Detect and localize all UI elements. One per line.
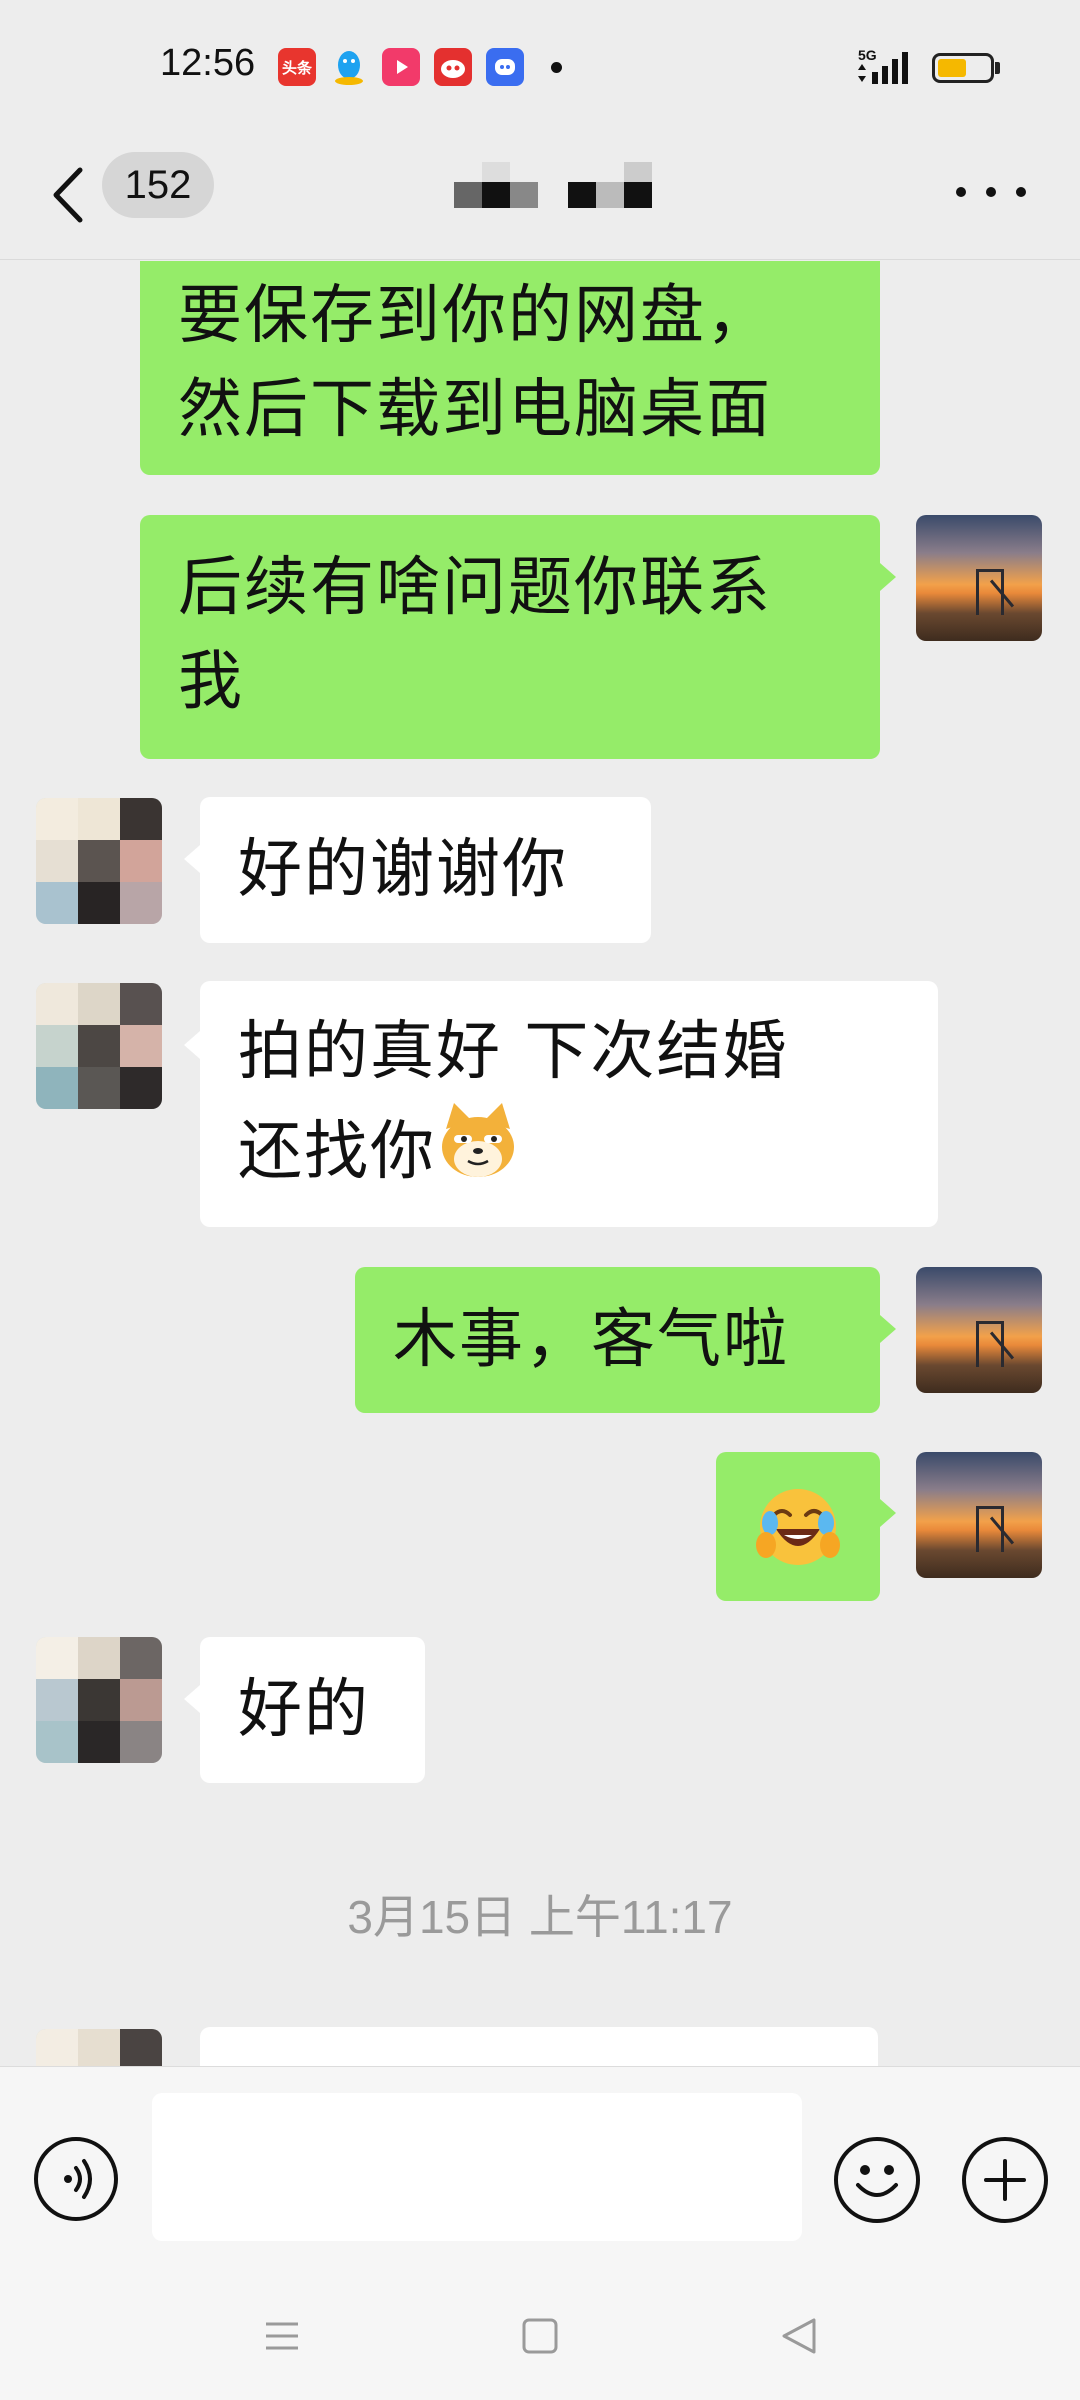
network-label: 5G [858,47,877,63]
bubble-tail [880,1315,896,1343]
message-text: 还找你 [238,1115,436,1189]
bubble-tail [184,1031,200,1059]
bubble-tail [880,563,896,591]
message-text-line: 拍的真好 下次结婚 [238,1015,789,1089]
message-text-line: 然后下载到电脑桌面 [178,373,772,447]
home-icon[interactable] [510,2306,570,2366]
message-bubble-sent[interactable] [716,1452,880,1601]
message-text-line: 我 [178,645,244,719]
message-text-line: 要保存到你的网盘， [178,279,772,353]
contact-avatar[interactable] [36,1637,162,1763]
back-triangle-icon[interactable] [770,2306,830,2366]
message-text-line: 好的谢谢你 [238,833,568,907]
more-dots-icon[interactable] [956,172,1026,212]
chat-title-pixelated [454,162,654,222]
message-bubble-sent[interactable]: 木事，客气啦 [355,1267,880,1413]
battery-icon [932,53,994,83]
unread-count-badge[interactable]: 152 [102,152,214,218]
contact-avatar[interactable] [36,983,162,1109]
my-avatar[interactable] [916,515,1042,641]
status-time: 12:56 [160,42,256,84]
chevron-left-icon[interactable] [44,160,94,230]
message-bubble-sent[interactable]: 后续有啥问题你联系 我 [140,515,880,759]
bubble-tail [880,1499,896,1527]
rolling-laughing-emoji [756,1488,840,1565]
message-timestamp: 3月15日 上午11:17 [347,1891,733,1943]
chat-message-list[interactable]: 要保存到你的网盘， 然后下载到电脑桌面 后续有啥问题你联系 我 好的谢谢你 拍的… [0,261,1080,2066]
my-avatar[interactable] [916,1267,1042,1393]
qq-icon [330,48,368,86]
message-bubble-received[interactable]: 拍的真好 下次结婚 还找你 [200,981,938,1227]
toutiao-icon: 头条 [278,48,316,86]
doge-cat-emoji [442,1103,514,1177]
plus-icon[interactable] [962,2137,1048,2223]
robot-icon [434,48,472,86]
menu-icon[interactable] [252,2306,312,2366]
chat-bot-icon [486,48,524,86]
chat-header: 152 [0,130,1080,260]
bubble-tail [184,845,200,873]
bubble-tail [184,1685,200,1713]
my-avatar[interactable] [916,1452,1042,1578]
battery-cap [995,62,1000,74]
message-bubble-received[interactable]: 好的 [200,1637,425,1783]
signal-5g-icon: 5G [858,47,908,84]
contact-avatar[interactable] [36,798,162,924]
message-text-line: 木事，客气啦 [393,1303,789,1377]
message-bubble-received[interactable] [200,2027,878,2066]
message-bubble-received[interactable]: 好的谢谢你 [200,797,651,943]
status-bar: 12:56 头条 5G [0,0,1080,130]
message-text-line: 好的 [238,1673,370,1747]
message-text-line: 后续有啥问题你联系 [178,551,772,625]
message-text-line-with-emoji: 还找你 [238,1099,902,1199]
system-nav-bar [0,2276,1080,2400]
notification-dot [551,62,562,73]
battery-fill [938,59,966,77]
smiley-icon[interactable] [834,2137,920,2223]
chat-input-bar [0,2066,1080,2276]
toutiao-label: 头条 [281,58,312,77]
voice-icon[interactable] [34,2137,118,2221]
message-bubble-sent[interactable]: 要保存到你的网盘， 然后下载到电脑桌面 [140,261,880,475]
message-input[interactable] [152,2093,802,2241]
video-icon [382,48,420,86]
contact-avatar[interactable] [36,2029,162,2066]
